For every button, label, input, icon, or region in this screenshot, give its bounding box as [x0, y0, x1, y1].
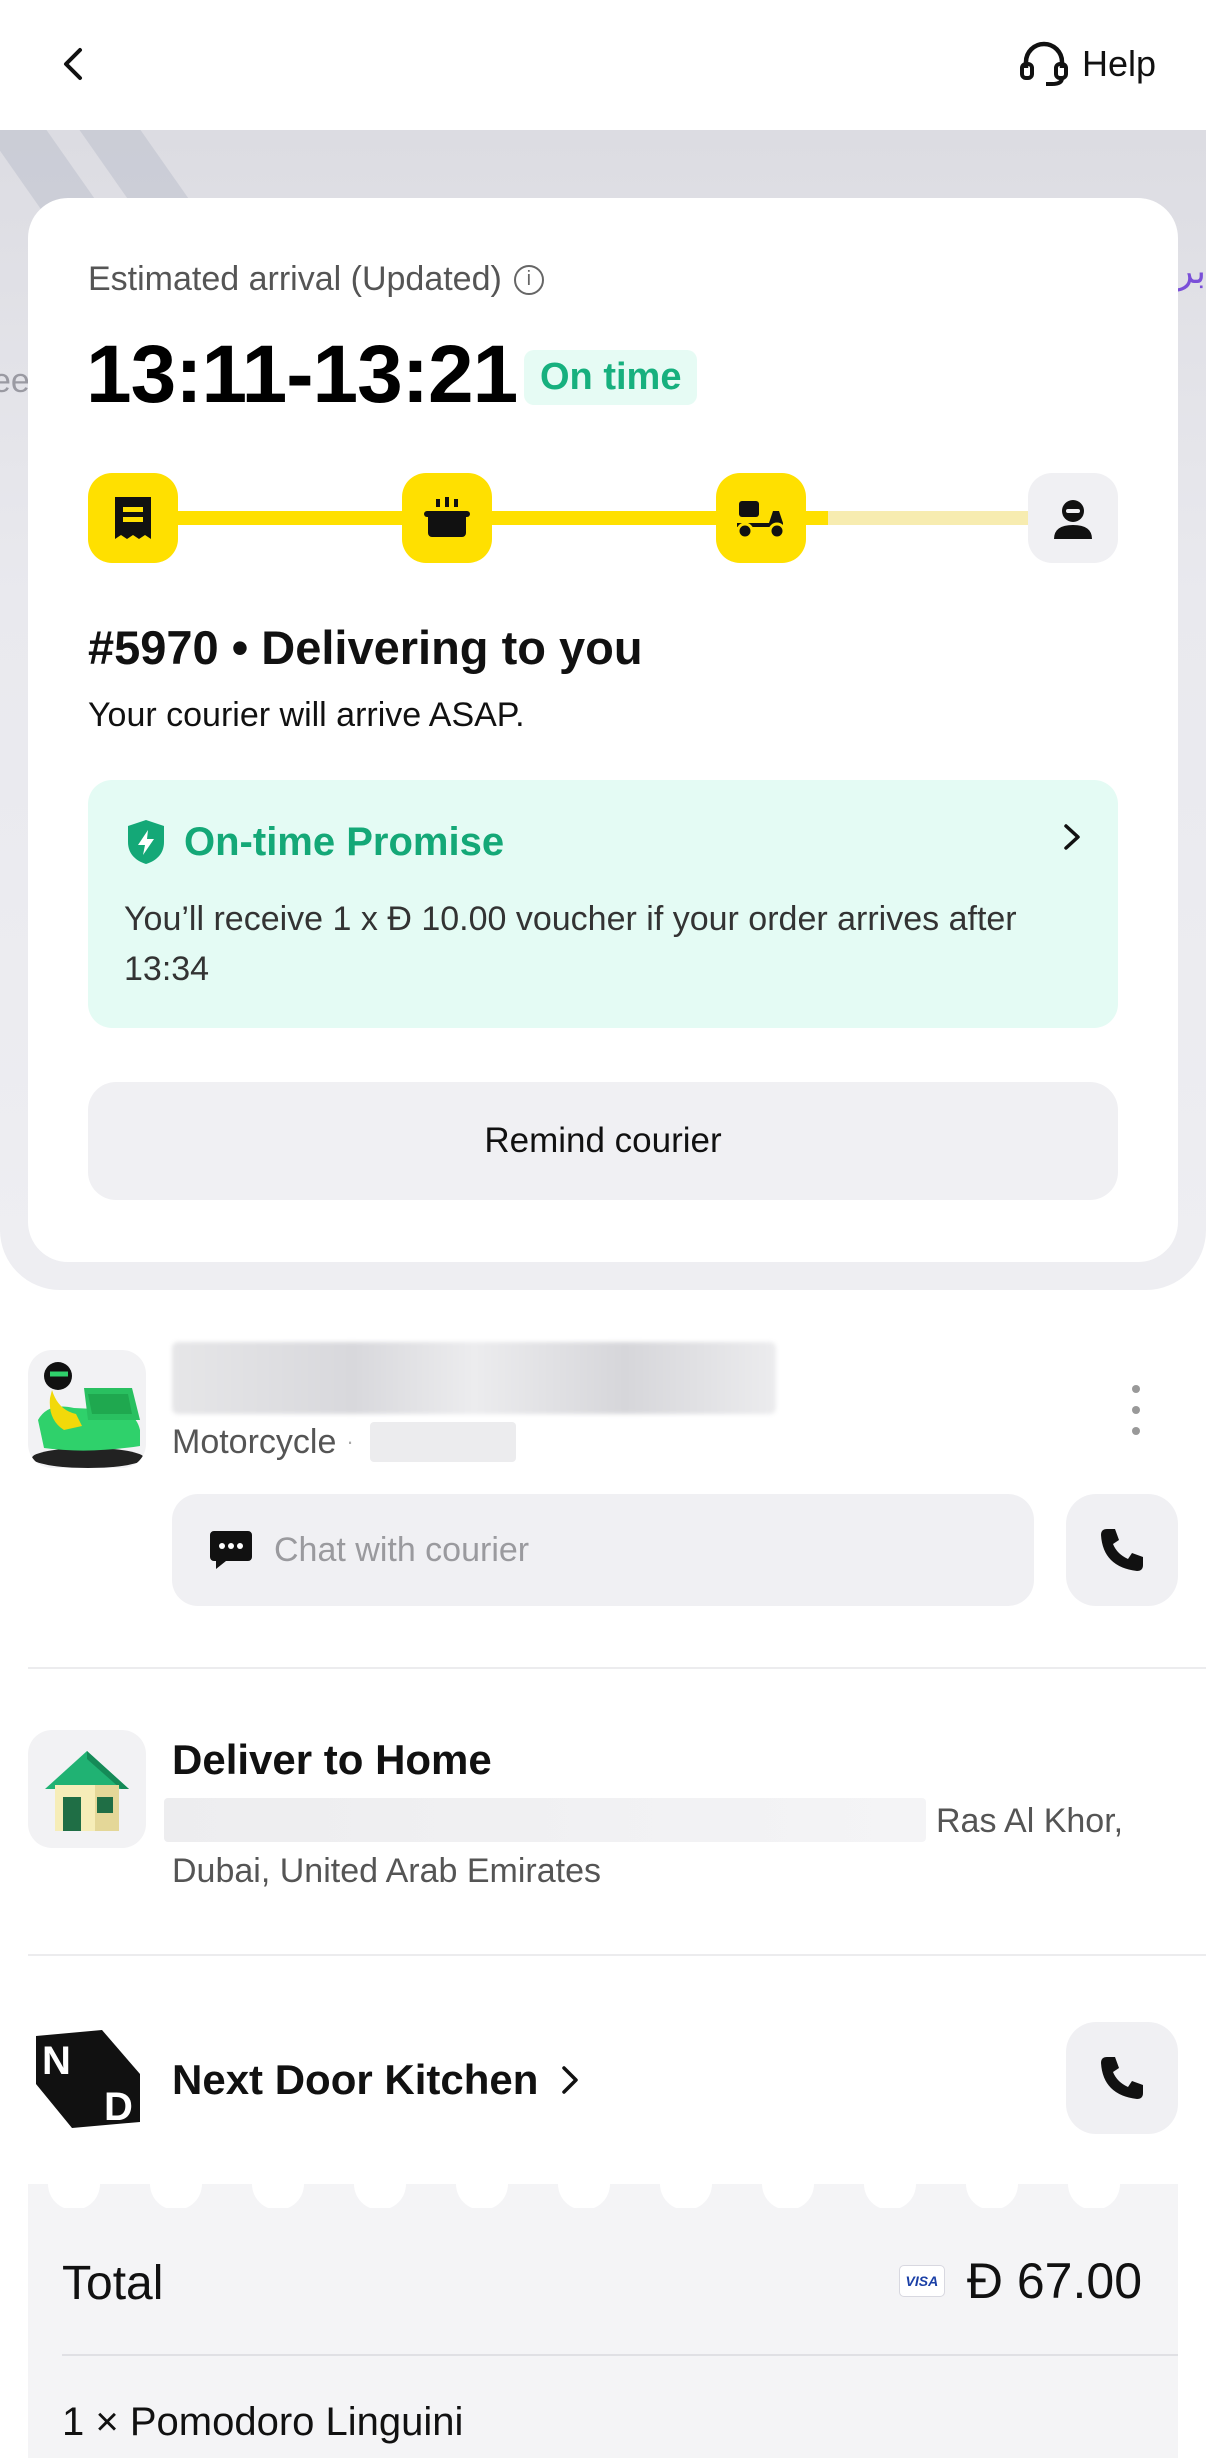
home-icon	[28, 1730, 146, 1848]
restaurant-name: Next Door Kitchen	[172, 2056, 539, 2103]
receipt-divider	[62, 2354, 1178, 2356]
courier-vehicle-row: Motorcycle ·	[172, 1422, 516, 1462]
dot	[1132, 1427, 1140, 1435]
phone-icon	[1101, 1529, 1143, 1571]
order-subtitle: Your courier will arrive ASAP.	[88, 696, 525, 734]
scallop	[864, 2184, 916, 2208]
remind-courier-button[interactable]: Remind courier	[88, 1082, 1118, 1200]
phone-icon	[1101, 2057, 1143, 2099]
top-bar: Help	[0, 0, 1206, 130]
restaurant-logo: N D	[36, 2030, 140, 2129]
scallop	[150, 2184, 202, 2208]
address-redacted	[164, 1798, 926, 1842]
svg-text:D: D	[104, 2085, 133, 2129]
promise-header: On-time Promise	[124, 818, 1082, 866]
svg-text:N: N	[42, 2039, 71, 2083]
vehicle-type: Motorcycle	[172, 1422, 337, 1461]
call-courier-button[interactable]	[1066, 1494, 1178, 1606]
eta-label: Estimated arrival (Updated)	[88, 260, 502, 298]
total-amount: Ð 67.00	[966, 2253, 1142, 2309]
house-icon	[45, 1751, 129, 1831]
order-status-card: Estimated arrival (Updated) i 13:11-13:2…	[28, 198, 1178, 1262]
restaurant-link[interactable]: Next Door Kitchen	[172, 2056, 584, 2104]
map-label: بر	[1176, 250, 1206, 291]
step-preparing	[402, 473, 492, 563]
order-title: #5970 • Delivering to you	[88, 621, 643, 674]
receipt-icon	[115, 497, 151, 539]
chevron-right-icon	[562, 2066, 579, 2094]
map-label: ee	[0, 362, 30, 400]
receipt-scallop-edge	[28, 2184, 1178, 2208]
promise-title: On-time Promise	[184, 819, 505, 864]
shield-bolt-icon	[128, 820, 164, 864]
back-button[interactable]	[28, 18, 120, 110]
dot	[1132, 1406, 1140, 1414]
customer-icon	[1054, 500, 1092, 539]
cooking-pot-icon	[424, 497, 470, 537]
headset-icon	[1019, 41, 1068, 86]
help-button[interactable]: Help	[995, 20, 1182, 108]
deliver-to-title: Deliver to Home	[172, 1736, 492, 1783]
promise-description: You’ll receive 1 x Ð 10.00 voucher if yo…	[124, 900, 1017, 988]
scallop	[660, 2184, 712, 2208]
scallop	[966, 2184, 1018, 2208]
separator-dot: ·	[346, 1429, 354, 1454]
help-label: Help	[1081, 43, 1156, 84]
total-amount-row: VISA Ð 67.00	[898, 2252, 1142, 2310]
courier-name-redacted	[172, 1342, 776, 1414]
address-line-2: Dubai, United Arab Emirates	[172, 1852, 601, 1890]
step-delivering	[716, 473, 806, 563]
visa-card-icon: VISA	[898, 2265, 945, 2297]
chat-with-courier-input[interactable]: Chat with courier	[172, 1494, 1034, 1606]
courier-avatar	[28, 1350, 146, 1468]
step-arrived	[1028, 473, 1118, 563]
order-progress-bar	[88, 473, 1118, 563]
on-time-promise-banner[interactable]: On-time Promise You’ll receive 1 x Ð 10.…	[88, 780, 1118, 1028]
scallop	[1068, 2184, 1120, 2208]
courier-scooter-icon	[32, 1362, 144, 1468]
address-line-1: Ras Al Khor,	[936, 1802, 1124, 1840]
chevron-right-icon	[1064, 824, 1080, 850]
scallop	[354, 2184, 406, 2208]
eta-time: 13:11-13:21	[86, 329, 518, 420]
more-options-button[interactable]	[1126, 1385, 1146, 1435]
dot	[1132, 1385, 1140, 1393]
scooter-icon	[736, 501, 786, 540]
chat-bubble-icon	[210, 1531, 252, 1569]
license-plate-redacted	[369, 1422, 516, 1462]
step-order-placed	[88, 473, 178, 563]
chat-placeholder: Chat with courier	[274, 1530, 530, 1569]
section-divider	[28, 1667, 1206, 1669]
scallop	[48, 2184, 100, 2208]
total-label: Total	[62, 2257, 164, 2310]
section-divider	[28, 1954, 1206, 1956]
scallop	[252, 2184, 304, 2208]
order-item: 1 × Pomodoro Linguini	[62, 2400, 464, 2444]
info-icon[interactable]: i	[513, 264, 544, 295]
scallop	[762, 2184, 814, 2208]
status-badge: On time	[524, 350, 698, 405]
scallop	[456, 2184, 508, 2208]
scallop	[558, 2184, 610, 2208]
call-restaurant-button[interactable]	[1066, 2022, 1178, 2134]
chevron-left-icon	[64, 48, 82, 80]
eta-label-row: Estimated arrival (Updated) i	[88, 260, 544, 299]
